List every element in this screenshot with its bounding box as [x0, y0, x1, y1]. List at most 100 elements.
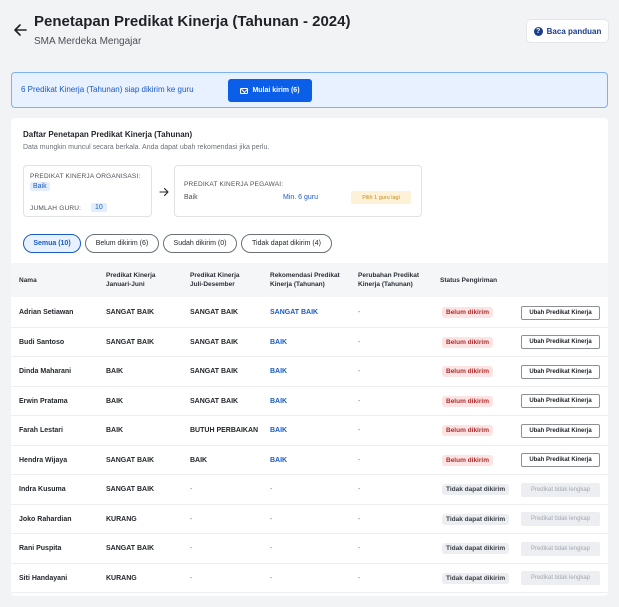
school-name: SMA Merdeka Mengajar [34, 36, 142, 47]
recommended-rating: BAIK [270, 368, 288, 376]
status-cell: Belum dikirim [442, 387, 493, 417]
rating-jul-dec: BUTUH PERBAIKAN [190, 427, 259, 435]
teacher-name: Joko Rahardian [19, 515, 72, 523]
employee-hint-badge: Pilih 1 guru lagi [351, 191, 411, 204]
employee-performance-label: PREDIKAT KINERJA PEGAWAI: [184, 181, 284, 188]
rating-change: - [358, 368, 361, 376]
column-header: Rekomendasi Predikat Kinerja (Tahunan) [270, 272, 340, 288]
back-arrow-icon[interactable] [12, 22, 28, 38]
edit-rating-button[interactable]: Ubah Predikat Kinerja [521, 453, 600, 468]
filter-tabs: Semua (10) Belum dikirim (6) Sudah dikirim… [23, 234, 332, 253]
employee-min-count: Min. 6 guru [283, 194, 319, 201]
status-badge: Tidak dapat dikirim [442, 572, 510, 584]
status-badge: Belum dikirim [442, 307, 493, 319]
status-badge: Belum dikirim [442, 395, 493, 407]
start-send-button[interactable]: Mulai kirim (6) [228, 79, 312, 102]
employee-performance-box: PREDIKAT KINERJA PEGAWAI: Baik Min. 6 gu… [174, 165, 422, 217]
rating-jul-dec: - [190, 545, 193, 553]
table-row: Farah Lestari BAIK BUTUH PERBAIKAN BAIK - Bel… [11, 416, 608, 446]
incomplete-rating-button: Predikat tidak lengkap [521, 571, 600, 586]
table-row: Adrian Setiawan SANGAT BAIK SANGAT BAIK SAN… [11, 298, 608, 328]
status-badge: Tidak dapat dikirim [442, 513, 510, 525]
recommended-rating: SANGAT BAIK [270, 309, 319, 317]
rating-jan-jun: BAIK [106, 368, 124, 376]
recommended-rating: BAIK [270, 427, 288, 435]
rating-change: - [358, 338, 361, 346]
recommended-rating: - [270, 486, 273, 494]
teacher-name: Farah Lestari [19, 427, 63, 435]
status-badge: Belum dikirim [442, 366, 493, 378]
status-badge: Belum dikirim [442, 336, 493, 348]
column-header: Status Pengiriman [440, 276, 498, 284]
rating-jan-jun: SANGAT BAIK [106, 545, 155, 553]
banner-text: 6 Predikat Kinerja (Tahunan) siap dikiri… [21, 85, 194, 94]
recommended-rating: - [270, 515, 273, 523]
status-cell: Tidak dapat dikirim [442, 475, 510, 505]
rating-jul-dec: SANGAT BAIK [190, 397, 239, 405]
incomplete-rating-button: Predikat tidak lengkap [521, 482, 600, 497]
rating-change: - [358, 456, 361, 464]
org-performance-box: PREDIKAT KINERJA ORGANISASI: Baik JUMLAH… [23, 165, 152, 217]
status-badge: Belum dikirim [442, 454, 493, 466]
table-row: Siti Handayani KURANG - - - Tidak dapat dikir… [11, 564, 608, 594]
page-header: Penetapan Predikat Kinerja (Tahunan - 20… [0, 0, 619, 60]
mail-icon [240, 87, 249, 94]
table-row: Hendra Wijaya SANGAT BAIK BAIK BAIK - Belum d… [11, 446, 608, 475]
edit-rating-button[interactable]: Ubah Predikat Kinerja [521, 335, 600, 350]
column-header: Nama [19, 276, 37, 284]
table-row: Dinda Maharani BAIK SANGAT BAIK BAIK - Belum … [11, 357, 608, 387]
filter-tab[interactable]: Semua (10) [23, 234, 81, 253]
status-cell: Tidak dapat dikirim [442, 564, 510, 594]
rating-jan-jun: BAIK [106, 427, 124, 435]
recommended-rating: BAIK [270, 456, 288, 464]
rating-jan-jun: KURANG [106, 574, 137, 582]
recommended-rating: - [270, 574, 273, 582]
teacher-name: Indra Kusuma [19, 486, 66, 494]
read-guide-button[interactable]: ? Baca panduan [527, 20, 608, 42]
list-title: Daftar Penetapan Predikat Kinerja (Tahun… [23, 130, 193, 139]
column-header: Perubahan Predikat Kinerja (Tahunan) [358, 272, 420, 288]
rating-jan-jun: SANGAT BAIK [106, 486, 155, 494]
filter-tab[interactable]: Sudah dikirim (0) [163, 234, 237, 253]
rating-jul-dec: - [190, 515, 193, 523]
status-cell: Belum dikirim [442, 328, 493, 358]
recommended-rating: - [270, 545, 273, 553]
status-cell: Belum dikirim [442, 416, 493, 446]
help-icon: ? [533, 26, 543, 36]
table-row: Erwin Pratama BAIK SANGAT BAIK BAIK - Belum d… [11, 387, 608, 417]
filter-tab[interactable]: Belum dikirim (6) [85, 234, 159, 253]
incomplete-rating-button: Predikat tidak lengkap [521, 512, 600, 527]
rating-jul-dec: - [190, 486, 193, 494]
teacher-name: Erwin Pratama [19, 397, 68, 405]
teacher-name: Rani Puspita [19, 545, 62, 553]
rating-jul-dec: BAIK [190, 456, 208, 464]
teacher-name: Hendra Wijaya [19, 456, 68, 464]
teacher-name: Budi Santoso [19, 338, 65, 346]
table-row: Indra Kusuma SANGAT BAIK - - - Tidak dapat di… [11, 475, 608, 505]
teacher-name: Dinda Maharani [19, 368, 72, 376]
edit-rating-button[interactable]: Ubah Predikat Kinerja [521, 423, 600, 438]
edit-rating-button[interactable]: Ubah Predikat Kinerja [521, 394, 600, 409]
rating-jan-jun: KURANG [106, 515, 137, 523]
status-cell: Tidak dapat dikirim [442, 534, 510, 564]
teacher-name: Adrian Setiawan [19, 309, 74, 317]
edit-rating-button[interactable]: Ubah Predikat Kinerja [521, 364, 600, 379]
edit-rating-button[interactable]: Ubah Predikat Kinerja [521, 305, 600, 320]
recommended-rating: BAIK [270, 338, 288, 346]
status-cell: Belum dikirim [442, 298, 493, 328]
status-badge: Belum dikirim [442, 425, 493, 437]
rating-change: - [358, 515, 361, 523]
rating-jul-dec: SANGAT BAIK [190, 309, 239, 317]
table-row: Rani Puspita SANGAT BAIK - - - Tidak dapat di… [11, 534, 608, 564]
status-badge: Tidak dapat dikirim [442, 484, 510, 496]
rating-jul-dec: SANGAT BAIK [190, 368, 239, 376]
rating-change: - [358, 397, 361, 405]
start-send-label: Mulai kirim (6) [252, 87, 300, 94]
status-badge: Tidak dapat dikirim [442, 543, 510, 555]
rating-change: - [358, 309, 361, 317]
employee-performance-value: Baik [184, 194, 198, 201]
status-cell: Tidak dapat dikirim [442, 505, 510, 535]
teacher-name: Siti Handayani [19, 574, 68, 582]
filter-tab[interactable]: Tidak dapat dikirim (4) [241, 234, 332, 253]
rating-jan-jun: SANGAT BAIK [106, 338, 155, 346]
